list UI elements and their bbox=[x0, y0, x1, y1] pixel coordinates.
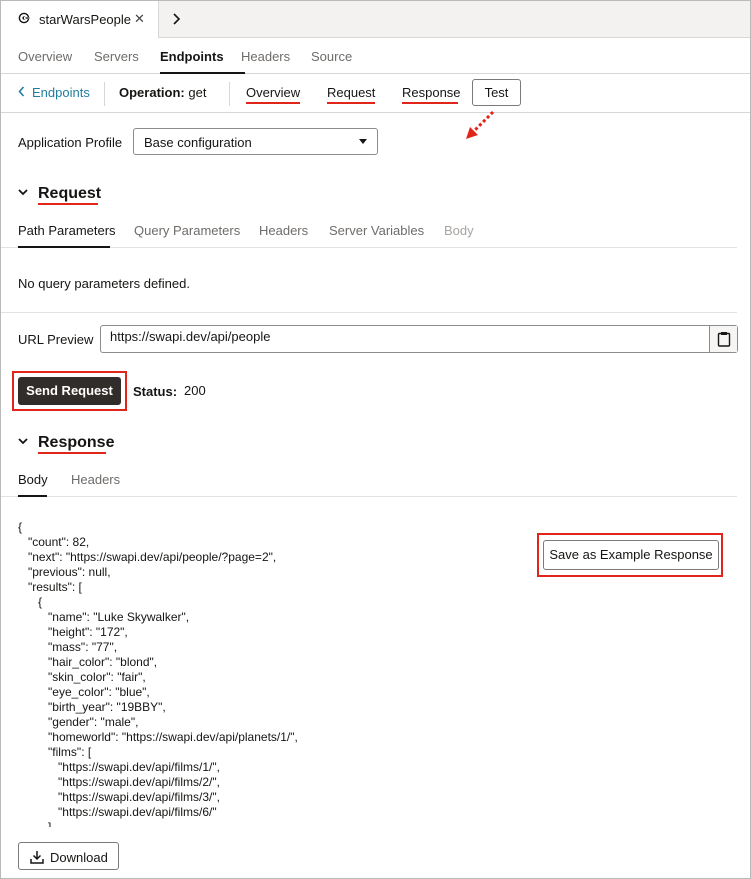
file-tab-name: starWarsPeople bbox=[39, 12, 131, 27]
highlight-underline bbox=[246, 102, 300, 104]
download-icon bbox=[30, 851, 44, 864]
save-as-example-button[interactable]: Save as Example Response bbox=[543, 540, 719, 570]
json-line: "previous": null, bbox=[18, 565, 111, 579]
json-line: "count": 82, bbox=[18, 535, 90, 549]
tab-path-parameters[interactable]: Path Parameters bbox=[18, 223, 116, 238]
file-tab[interactable]: starWarsPeople ✕ bbox=[1, 1, 159, 38]
json-line: "name": "Luke Skywalker", bbox=[18, 610, 190, 624]
json-line: "films": [ bbox=[18, 745, 92, 759]
json-line: "birth_year": "19BBY", bbox=[18, 700, 166, 714]
json-line: "results": [ bbox=[18, 580, 82, 594]
tab-response-headers[interactable]: Headers bbox=[71, 472, 120, 487]
section-link-request[interactable]: Request bbox=[327, 85, 375, 100]
chevron-down-icon[interactable] bbox=[18, 187, 28, 197]
tab-response-body[interactable]: Body bbox=[18, 472, 48, 487]
app-window: starWarsPeople ✕ Overview Servers Endpoi… bbox=[0, 0, 751, 879]
app-profile-value: Base configuration bbox=[144, 135, 252, 150]
json-line: "height": "172", bbox=[18, 625, 128, 639]
request-tabs: Path Parameters Query Parameters Headers… bbox=[1, 214, 737, 248]
tab-request-body: Body bbox=[444, 223, 474, 238]
editor-tabs: Overview Servers Endpoints Headers Sourc… bbox=[1, 38, 750, 74]
json-line: ], bbox=[18, 820, 55, 827]
app-profile-label: Application Profile bbox=[18, 135, 123, 150]
url-preview-value: https://swapi.dev/api/people bbox=[110, 329, 271, 344]
json-line: "skin_color": "fair", bbox=[18, 670, 146, 684]
json-line: "gender": "male", bbox=[18, 715, 139, 729]
chevron-left-icon bbox=[18, 85, 25, 100]
highlight-underline bbox=[327, 102, 375, 104]
empty-params-message: No query parameters defined. bbox=[18, 276, 190, 291]
tab-headers[interactable]: Headers bbox=[241, 49, 290, 64]
json-line: "next": "https://swapi.dev/api/people/?p… bbox=[18, 550, 277, 564]
tab-servers[interactable]: Servers bbox=[94, 49, 139, 64]
json-line: "eye_color": "blue", bbox=[18, 685, 150, 699]
section-link-response[interactable]: Response bbox=[402, 85, 461, 100]
json-line: "https://swapi.dev/api/films/1/", bbox=[18, 760, 220, 774]
url-preview-field[interactable]: https://swapi.dev/api/people bbox=[100, 325, 738, 353]
response-body-json: { "count": 82, "next": "https://swapi.de… bbox=[18, 520, 538, 827]
operation-label: Operation: bbox=[119, 85, 185, 100]
connection-icon bbox=[18, 12, 30, 24]
response-section-title: Response bbox=[38, 434, 115, 451]
response-tabs: Body Headers bbox=[1, 463, 737, 497]
file-tab-bar: starWarsPeople ✕ bbox=[1, 1, 750, 38]
tab-overview[interactable]: Overview bbox=[18, 49, 72, 64]
tab-server-variables[interactable]: Server Variables bbox=[329, 223, 424, 238]
chevron-right-icon[interactable] bbox=[171, 11, 183, 27]
tab-request-headers[interactable]: Headers bbox=[259, 223, 308, 238]
request-section-title: Request bbox=[38, 185, 102, 202]
operation-value: get bbox=[188, 85, 207, 100]
toolbar-separator bbox=[104, 82, 105, 106]
test-button[interactable]: Test bbox=[472, 79, 521, 106]
endpoint-toolbar: Endpoints Operation: get Overview Reques… bbox=[1, 74, 750, 113]
annotation-arrow-icon bbox=[466, 110, 495, 139]
download-button[interactable]: Download bbox=[18, 842, 119, 870]
status-value: 200 bbox=[184, 383, 206, 398]
back-to-endpoints-link[interactable]: Endpoints bbox=[18, 85, 90, 100]
json-line: { bbox=[18, 520, 23, 534]
json-line: "https://swapi.dev/api/films/3/", bbox=[18, 790, 220, 804]
operation-text: Operation: get bbox=[119, 85, 206, 100]
chevron-down-icon[interactable] bbox=[18, 436, 28, 446]
json-line: "https://swapi.dev/api/films/2/", bbox=[18, 775, 220, 789]
active-tab-indicator bbox=[18, 495, 47, 497]
highlight-underline bbox=[38, 452, 106, 454]
send-request-button[interactable]: Send Request bbox=[18, 377, 121, 405]
back-link-label: Endpoints bbox=[32, 85, 90, 100]
tab-source[interactable]: Source bbox=[311, 49, 352, 64]
json-line: { bbox=[18, 595, 43, 609]
download-label: Download bbox=[50, 850, 108, 865]
json-line: "homeworld": "https://swapi.dev/api/plan… bbox=[18, 730, 298, 744]
active-tab-indicator bbox=[18, 246, 110, 248]
request-section-header: Request bbox=[18, 185, 101, 203]
json-line: "mass": "77", bbox=[18, 640, 118, 654]
tab-query-parameters[interactable]: Query Parameters bbox=[134, 223, 240, 238]
section-link-overview[interactable]: Overview bbox=[246, 85, 300, 100]
section-divider bbox=[1, 312, 737, 313]
toolbar-separator bbox=[229, 82, 230, 106]
json-line: "https://swapi.dev/api/films/6/" bbox=[18, 805, 217, 819]
url-preview-label: URL Preview bbox=[18, 332, 94, 347]
app-profile-select[interactable]: Base configuration bbox=[133, 128, 378, 155]
copy-url-button[interactable] bbox=[709, 326, 737, 352]
clipboard-icon bbox=[717, 332, 731, 347]
status-label: Status: bbox=[133, 384, 178, 399]
tab-endpoints[interactable]: Endpoints bbox=[160, 49, 224, 64]
highlight-underline bbox=[38, 203, 98, 205]
response-section-header: Response bbox=[18, 434, 114, 452]
close-icon[interactable]: ✕ bbox=[134, 11, 145, 27]
json-line: "hair_color": "blond", bbox=[18, 655, 158, 669]
highlight-underline bbox=[402, 102, 458, 104]
caret-down-icon bbox=[359, 139, 367, 144]
